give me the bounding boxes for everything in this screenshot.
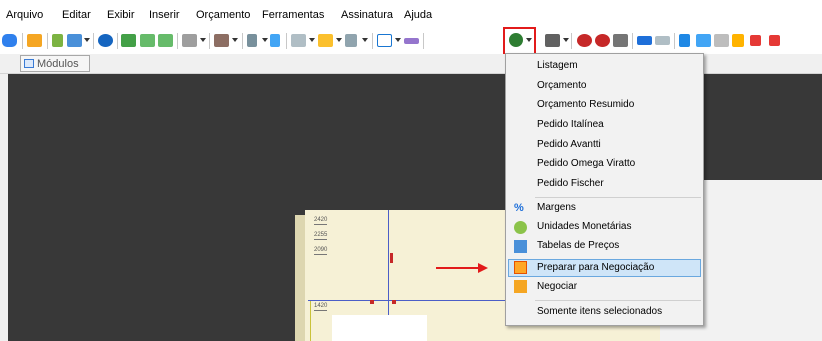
highlight-box: [503, 27, 536, 55]
paint-icon[interactable]: [577, 34, 592, 47]
toolbar-separator: [117, 33, 118, 49]
toolbar-separator: [47, 33, 48, 49]
toolbar-separator: [423, 33, 424, 49]
chat-icon[interactable]: [2, 34, 17, 47]
user-icon[interactable]: [27, 34, 42, 47]
chevron-down-icon[interactable]: [395, 38, 401, 42]
toolbar-separator: [372, 33, 373, 49]
menu-item-preparar-para-negociacao[interactable]: Preparar para Negociação: [537, 262, 654, 274]
sort-icon[interactable]: [270, 34, 280, 47]
toolbar-separator: [177, 33, 178, 49]
tools-icon[interactable]: [318, 34, 333, 47]
person-icon: [514, 280, 527, 293]
toolbar-separator: [93, 33, 94, 49]
menu-separator: [535, 197, 701, 198]
chevron-down-icon[interactable]: [362, 38, 368, 42]
arrow-right-icon: [478, 263, 488, 273]
chevron-down-icon[interactable]: [262, 38, 268, 42]
toolbar-separator: [571, 33, 572, 49]
paint-alt-icon[interactable]: [595, 34, 610, 47]
menu-orcamento[interactable]: Orçamento: [196, 9, 250, 21]
annotation-arrow: [436, 267, 480, 269]
menu-ferramentas[interactable]: Ferramentas: [262, 9, 324, 21]
menu-item-tabelas-de-precos[interactable]: Tabelas de Preços: [537, 240, 619, 252]
eye-icon[interactable]: [98, 34, 113, 47]
modules-label: Módulos: [37, 58, 79, 70]
copy-icon[interactable]: [696, 34, 711, 47]
cylinder-icon[interactable]: [247, 34, 257, 47]
dimension-mark: [392, 300, 396, 304]
toolbar-separator: [209, 33, 210, 49]
menu-bar: Arquivo Editar Exibir Inserir Orçamento …: [0, 0, 822, 26]
cabinet-edge-line: [310, 300, 311, 341]
menu-item-pedido-italinea[interactable]: Pedido Italínea: [537, 119, 604, 131]
menu-inserir[interactable]: Inserir: [149, 9, 180, 21]
percent-icon: %: [514, 202, 524, 214]
menu-assinatura[interactable]: Assinatura: [341, 9, 393, 21]
menu-item-orcamento-resumido[interactable]: Orçamento Resumido: [537, 99, 634, 111]
menu-item-pedido-omega-viratto[interactable]: Pedido Omega Viratto: [537, 158, 635, 170]
menu-item-pedido-avantti[interactable]: Pedido Avantti: [537, 139, 601, 151]
paste-icon[interactable]: [714, 34, 729, 47]
box-icon[interactable]: [214, 34, 229, 47]
chevron-down-icon[interactable]: [84, 38, 90, 42]
wand-icon[interactable]: [52, 34, 63, 47]
dimension-label: 2255: [314, 232, 328, 240]
chevron-down-icon[interactable]: [336, 38, 342, 42]
print-icon[interactable]: [613, 34, 628, 47]
camera-icon[interactable]: [67, 34, 82, 47]
close-icon[interactable]: [769, 35, 780, 46]
menu-item-margens[interactable]: Margens: [537, 202, 576, 214]
menu-item-pedido-fischer[interactable]: Pedido Fischer: [537, 178, 604, 190]
brush-icon[interactable]: [732, 34, 744, 47]
budget-dropdown-menu: Listagem Orçamento Orçamento Resumido Pe…: [505, 53, 704, 326]
toolbar-separator: [22, 33, 23, 49]
left-strip: [0, 74, 8, 341]
menu-arquivo[interactable]: Arquivo: [6, 9, 43, 21]
calculator-icon[interactable]: [545, 34, 560, 47]
modules-tab[interactable]: Módulos: [20, 55, 90, 72]
dimension-label: 2420: [314, 217, 328, 225]
menu-item-somente-itens-selecionados[interactable]: Somente itens selecionados: [537, 306, 662, 318]
toolbar-separator: [632, 33, 633, 49]
ruler-icon[interactable]: [404, 38, 419, 44]
menu-ajuda[interactable]: Ajuda: [404, 9, 432, 21]
redo-icon[interactable]: [655, 36, 670, 45]
grid-icon[interactable]: [291, 34, 306, 47]
toolbar-separator: [286, 33, 287, 49]
toolbar-separator: [242, 33, 243, 49]
menu-item-listagem[interactable]: Listagem: [537, 60, 578, 72]
arrow-right-icon[interactable]: [158, 34, 173, 47]
floppy-disk-icon: [514, 261, 527, 274]
dimension-mark: [390, 253, 393, 263]
chevron-down-icon[interactable]: [200, 38, 206, 42]
modules-icon: [24, 59, 34, 68]
menu-item-unidades-monetarias[interactable]: Unidades Monetárias: [537, 221, 632, 233]
toolbar: [0, 26, 822, 54]
menu-item-orcamento[interactable]: Orçamento: [537, 80, 586, 92]
menu-item-negociar[interactable]: Negociar: [537, 281, 577, 293]
chevron-down-icon[interactable]: [232, 38, 238, 42]
dimension-label: 2090: [314, 247, 328, 255]
arrow-left-icon[interactable]: [140, 34, 155, 47]
menu-exibir[interactable]: Exibir: [107, 9, 135, 21]
hammer-icon[interactable]: [750, 35, 761, 46]
menu-separator: [535, 300, 701, 301]
dimension-label: 1420: [314, 303, 328, 311]
layout-icon[interactable]: [182, 34, 197, 47]
toolbar-separator: [674, 33, 675, 49]
bucket-icon[interactable]: [345, 34, 357, 47]
menu-editar[interactable]: Editar: [62, 9, 91, 21]
chevron-down-icon[interactable]: [309, 38, 315, 42]
cursor-icon[interactable]: [377, 34, 392, 47]
scissors-icon[interactable]: [679, 34, 690, 47]
chevron-down-icon[interactable]: [563, 38, 569, 42]
undo-icon[interactable]: [637, 36, 652, 45]
price-table-icon: [514, 240, 527, 253]
plant-icon[interactable]: [121, 34, 136, 47]
coins-icon: [514, 221, 527, 234]
white-panel: [332, 315, 427, 341]
dimension-mark: [370, 300, 374, 304]
cabinet-edge-line: [308, 300, 506, 301]
